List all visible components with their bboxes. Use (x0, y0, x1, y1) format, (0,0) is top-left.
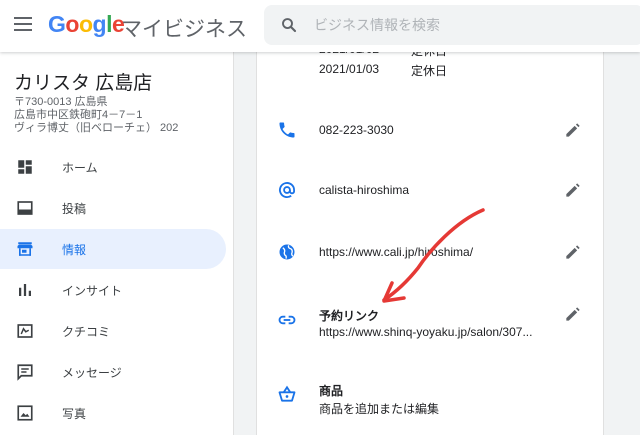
sidebar-item-label: ホーム (62, 161, 98, 175)
short-name: calista-hiroshima (319, 183, 410, 197)
special-hours-status: 定休日 (411, 64, 448, 78)
address-line-2: 広島市中区鉄砲町4－7－1 (14, 109, 143, 121)
photo-icon (17, 405, 33, 421)
booking-link-title: 予約リンク (319, 309, 380, 323)
website-row[interactable]: https://www.cali.jp/hiroshima/ (257, 242, 603, 266)
phone-number: 082-223-3030 (319, 123, 394, 137)
edit-booking-link-icon[interactable] (563, 304, 583, 324)
phone-icon (279, 122, 295, 138)
products-subtitle: 商品を追加または編集 (319, 402, 440, 416)
sidebar-item-reviews[interactable]: クチコミ (0, 311, 226, 351)
address-line-3: ヴィラ博丈（旧ベローチェ） 202 (14, 122, 179, 134)
edit-phone-icon[interactable] (563, 120, 583, 140)
search-input[interactable] (314, 15, 614, 35)
info-card: 2021/01/02 定休日 2021/01/03 定休日 082-223-30… (256, 28, 604, 435)
products-title: 商品 (319, 384, 344, 398)
sidebar-item-photos[interactable]: 写真 (0, 393, 226, 433)
sidebar-item-label: メッセージ (62, 366, 122, 380)
sidebar-item-info[interactable]: 情報 (0, 229, 226, 269)
sidebar-item-label: 情報 (62, 243, 87, 257)
sidebar-item-posts[interactable]: 投稿 (0, 188, 226, 228)
sidebar: カリスタ 広島店 〒730-0013 広島県 広島市中区鉄砲町4－7－1 ヴィラ… (0, 52, 234, 435)
sidebar-item-label: インサイト (62, 284, 123, 298)
sidebar-item-label: クチコミ (62, 325, 111, 339)
business-name: カリスタ 広島店 (14, 73, 153, 94)
products-row[interactable]: 商品 商品を追加または編集 (257, 382, 603, 422)
review-icon (17, 324, 33, 338)
edit-short-name-icon[interactable] (563, 180, 583, 200)
search-box[interactable] (264, 5, 640, 45)
at-sign-icon (279, 182, 295, 199)
google-logo[interactable]: Google (48, 11, 125, 38)
link-icon (278, 315, 296, 325)
store-icon (17, 242, 33, 256)
sidebar-item-label: 写真 (62, 407, 87, 421)
address-line-1: 〒730-0013 広島県 (14, 96, 108, 108)
sidebar-item-messages[interactable]: メッセージ (0, 352, 226, 392)
edit-website-icon[interactable] (563, 242, 583, 262)
website-url[interactable]: https://www.cali.jp/hiroshima/ (319, 245, 473, 259)
special-hours-date: 2021/01/03 (319, 62, 380, 76)
dashboard-icon (18, 160, 32, 174)
search-icon (282, 18, 297, 33)
booking-link-url[interactable]: https://www.shinq-yoyaku.jp/salon/307... (319, 325, 532, 339)
sidebar-item-insights[interactable]: インサイト (0, 270, 226, 310)
shopping-basket-icon (278, 385, 296, 402)
sidebar-item-label: 投稿 (62, 202, 87, 216)
product-name: マイビジネス (121, 18, 247, 41)
sidebar-item-home[interactable]: ホーム (0, 147, 226, 187)
short-name-row[interactable]: calista-hiroshima (257, 180, 603, 204)
globe-icon (279, 244, 295, 260)
post-icon (17, 201, 33, 215)
hamburger-menu-icon[interactable] (14, 17, 32, 31)
message-icon (17, 364, 33, 381)
bar-chart-icon (19, 284, 31, 296)
booking-link-row[interactable]: 予約リンク https://www.shinq-yoyaku.jp/salon/… (257, 304, 603, 344)
app-header: Google マイビジネス (0, 0, 640, 52)
phone-row[interactable]: 082-223-3030 (257, 120, 603, 144)
